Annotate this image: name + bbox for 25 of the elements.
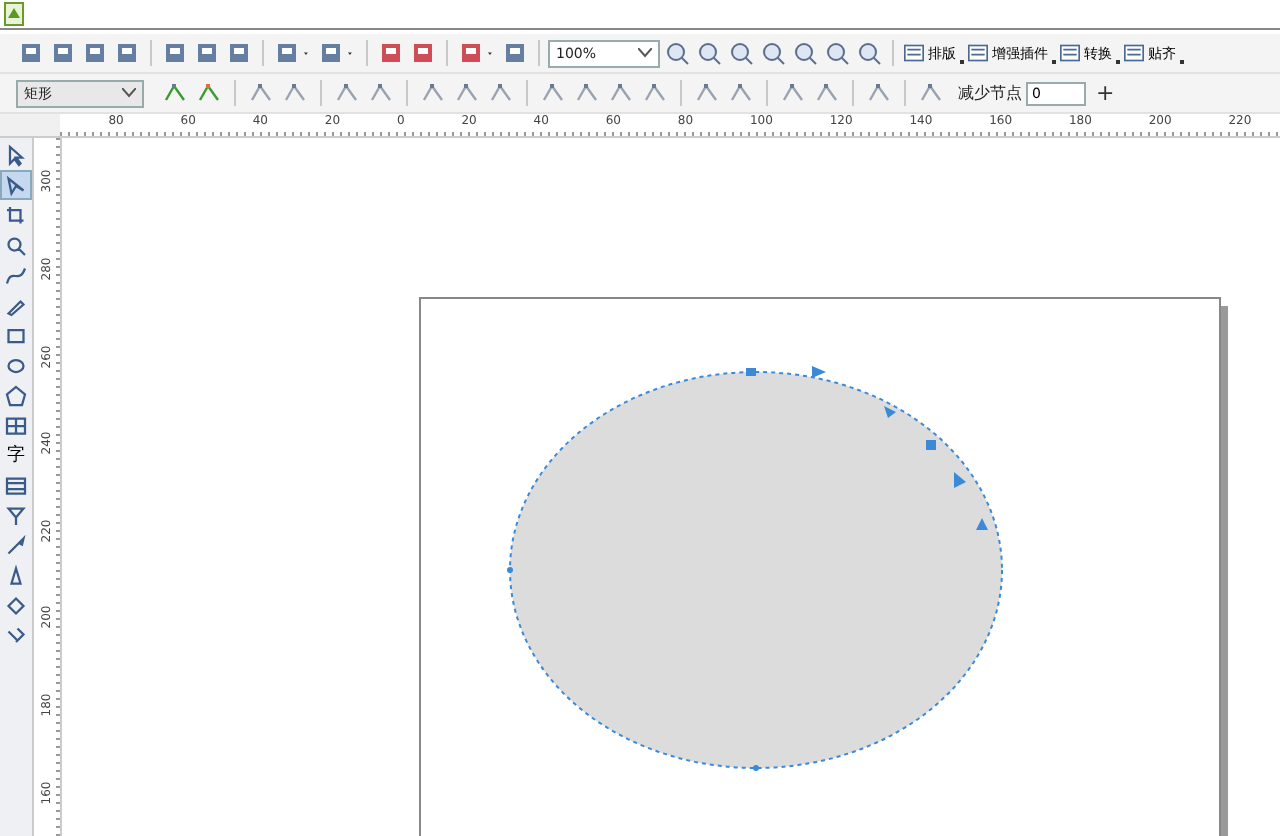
add-node-icon[interactable]: [162, 80, 188, 106]
curve-tool[interactable]: [2, 262, 30, 288]
zoom-height-icon[interactable]: [856, 40, 882, 66]
add-button[interactable]: +: [1090, 80, 1121, 106]
node-reduce-label: 减少节点: [958, 82, 1022, 104]
toolbar-panel-icon: [1124, 44, 1144, 62]
shape-tool[interactable]: [2, 172, 30, 198]
eyedropper-tool[interactable]: [2, 532, 30, 558]
zoom-width-icon[interactable]: [824, 40, 850, 66]
zoom-out-icon[interactable]: [696, 40, 722, 66]
grid-tool[interactable]: [2, 472, 30, 498]
zoom-sel-icon[interactable]: [792, 40, 818, 66]
text-tool[interactable]: 字: [2, 442, 30, 468]
table-tool[interactable]: [2, 412, 30, 438]
zoom-tool[interactable]: [2, 232, 30, 258]
zoom-fit-icon[interactable]: [728, 40, 754, 66]
zoom-in-icon[interactable]: [664, 40, 690, 66]
polygon-tool[interactable]: [2, 382, 30, 408]
delete-node-icon[interactable]: [196, 80, 222, 106]
app-logo-icon: [4, 2, 24, 26]
toolbar-panel-icon: [904, 44, 924, 62]
zoom-page-icon[interactable]: [760, 40, 786, 66]
toolbar-panel-icon: [1060, 44, 1080, 62]
toolbar-panel-icon: [968, 44, 988, 62]
crop-tool[interactable]: [2, 202, 30, 228]
